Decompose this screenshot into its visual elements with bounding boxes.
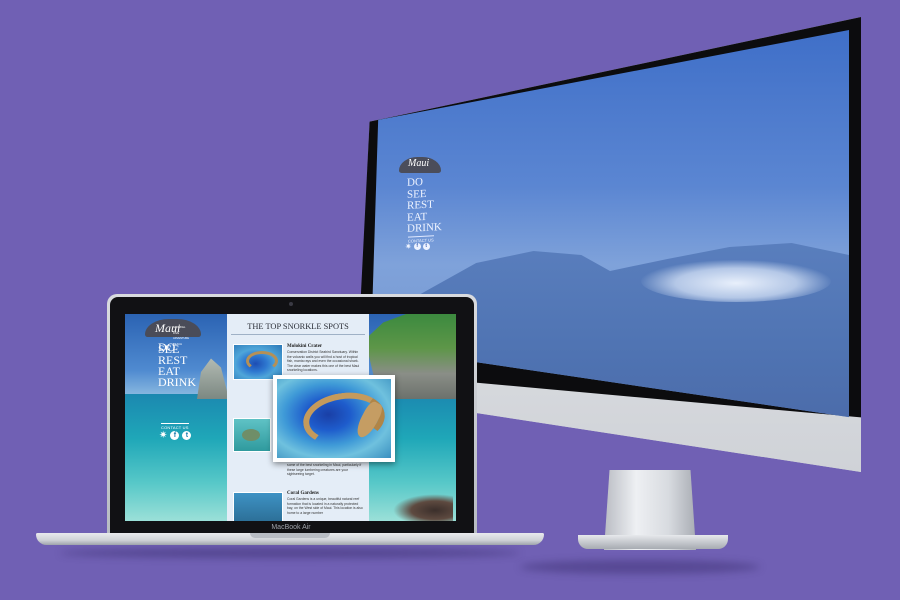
coral-gardens-thumbnail[interactable] [233,492,283,521]
macbook-camera [289,302,293,306]
submenu-snorkel[interactable]: SNORKEL [158,326,196,329]
nav-drink[interactable]: DRINK [407,221,442,235]
molokini-crater-image [277,379,391,458]
twitter-icon[interactable]: t [182,431,192,440]
cloud-image [641,260,831,302]
imac-shadow [520,560,760,574]
image-lightbox[interactable] [273,375,395,462]
submenu-dive[interactable]: DIVE [158,332,196,335]
site-nav-menu: DO BEACH ADVENTURE DIVE SNORKEL SEE REST… [158,326,196,388]
social-icons: ✷ f t [159,431,192,441]
entry-title[interactable]: Coral Gardens [287,491,319,496]
macbook-shadow [60,548,520,558]
facebook-icon[interactable]: f [170,431,180,440]
title-divider [231,334,365,335]
imac-social-icons: ✷ f t [405,243,430,251]
macbook-label: MacBook Air [271,524,311,531]
entry-text: some of the best snorkeling in Maui, par… [287,463,362,477]
twitter-icon[interactable]: t [422,243,430,250]
sun-icon[interactable]: ✷ [405,243,412,251]
facebook-icon[interactable]: f [413,243,421,250]
snorkeler-image [393,494,453,521]
imac-stand-base [578,535,728,549]
entry-title[interactable]: Molokini Crater [287,344,322,349]
imac-logo[interactable]: Maui [408,158,429,169]
nav-drink[interactable]: DRINK [158,376,196,388]
sun-icon[interactable]: ✷ [159,431,167,441]
entry-text: Coral Gardens is a unique, beautiful nat… [287,497,363,515]
macbook-notch [250,533,330,538]
contact-us-link[interactable]: CONTACT US [161,423,189,430]
macbook-screen: Maui DO BEACH ADVENTURE DIVE SNORKEL SEE… [125,314,456,521]
turtle-thumbnail[interactable] [233,418,271,452]
imac-nav-menu: DO SEE REST EAT DRINK [407,176,442,235]
section-title: THE TOP SNORKLE SPOTS [247,322,349,331]
entry-text: Conservation District Seabird Sanctuary.… [287,350,360,373]
